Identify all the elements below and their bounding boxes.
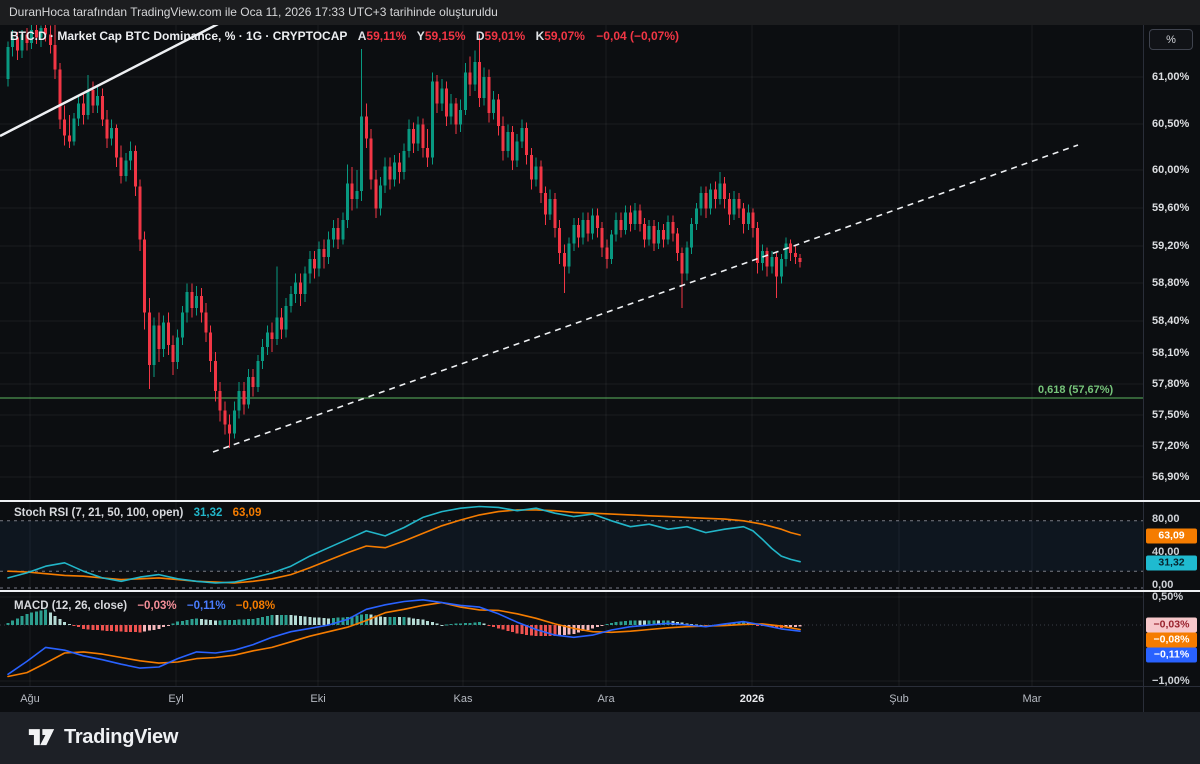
symbol-title[interactable]: BTC.D · Market Cap BTC Dominance, % · 1G… [10,29,347,43]
pane-separator[interactable] [0,500,1200,502]
price-tick-label: 59,20% [1152,240,1190,252]
pane-separator[interactable] [0,590,1200,592]
price-tick-label: 57,80% [1152,378,1190,390]
open-value: 59,11% [366,29,407,43]
price-tick-label: 58,40% [1152,315,1190,327]
price-tick-label: 59,60% [1152,202,1190,214]
stoch-d-value: 63,09 [232,507,262,519]
close-value: 59,07% [544,29,585,43]
time-axis-label: Şub [889,693,909,705]
stoch-rsi-legend[interactable]: Stoch RSI (7, 21, 50, 100, open) 31,32 6… [14,507,261,519]
time-axis-label: Kas [453,693,473,705]
chart-canvas[interactable] [0,25,1143,686]
low-label: D [475,29,485,43]
gridlines [0,25,1143,686]
low-value: 59,01% [484,29,526,43]
tradingview-brand-text: TradingView [64,726,179,748]
dashed-trendline[interactable] [212,144,1079,453]
stoch-rsi-title[interactable]: Stoch RSI (7, 21, 50, 100, open) [14,507,183,519]
time-axis-label: Eki [310,693,326,705]
time-axis-label: Ağu [20,693,40,705]
stoch-value-badge: 63,09 [1146,528,1197,544]
time-axis[interactable]: Ağu Eyl Eki Kas Ara 2026 Şub Mar [0,686,1200,712]
time-axis-label: Eyl [168,693,184,705]
macd-legend[interactable]: MACD (12, 26, close) −0,03% −0,11% −0,08… [14,600,275,612]
price-tick-label: 57,20% [1152,440,1190,452]
stoch-k-value: 31,32 [193,507,223,519]
percent-unit-button[interactable]: % [1149,29,1193,50]
high-label: Y [416,29,425,43]
macd-value-badge: −0,08% [1146,632,1197,648]
stoch-value-badge: 31,32 [1146,555,1197,571]
time-axis-label: 2026 [739,693,765,705]
price-tick-label: 58,80% [1152,277,1190,289]
macd-tick-label: 0,50% [1152,591,1184,603]
macd-histogram [6,609,802,637]
macd-title[interactable]: MACD (12, 26, close) [14,600,127,612]
change-value: −0,04 (−0,07%) [596,29,680,43]
footer-bar: TradingView [0,712,1200,764]
axis-corner-cell [1143,686,1200,712]
time-axis-label: Mar [1022,693,1042,705]
snapshot-attribution-bar: DuranHoca tarafından TradingView.com ile… [0,0,1200,25]
price-tick-label: 57,50% [1152,409,1190,421]
tradingview-logo[interactable]: TradingView [28,726,178,749]
time-axis-label: Ara [597,693,615,705]
close-label: K [535,29,545,43]
price-tick-label: 58,10% [1152,347,1190,359]
macd-value-badge: −0,11% [1146,647,1197,663]
symbol-legend[interactable]: BTC.D · Market Cap BTC Dominance, % · 1G… [10,29,679,43]
macd-signal-value: −0,08% [235,600,276,612]
tradingview-snapshot: DuranHoca tarafından TradingView.com ile… [0,0,1200,764]
price-pane[interactable] [0,25,1143,453]
price-tick-label: 60,00% [1152,164,1190,176]
high-value: 59,15% [424,29,466,43]
price-tick-label: 56,90% [1152,471,1190,483]
price-axis[interactable]: % 61,00% 60,50% 60,00% 59,60% 59,20% 58,80% 58… [1143,25,1200,687]
macd-value-badge: −0,03% [1146,617,1197,633]
price-tick-label: 61,00% [1152,71,1190,83]
tradingview-logo-icon [28,729,55,746]
stoch-tick-label: 80,00 [1152,513,1180,525]
macd-hist-value: −0,03% [137,600,177,612]
attribution-text: DuranHoca tarafından TradingView.com ile… [9,5,498,19]
fib-level-label[interactable]: 0,618 (57,67%) [1038,384,1113,396]
price-tick-label: 60,50% [1152,118,1190,130]
stoch-band [0,520,1143,572]
macd-line-value: −0,11% [186,600,226,612]
